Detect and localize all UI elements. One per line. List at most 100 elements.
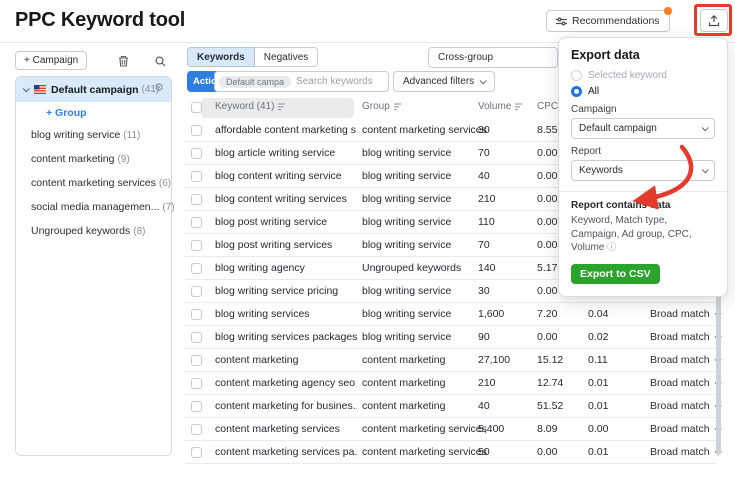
row-checkbox[interactable] <box>191 263 202 274</box>
group-cell: blog writing service <box>362 147 451 159</box>
volume-cell: 27,100 <box>478 354 510 366</box>
match-type-select[interactable]: Broad match <box>650 400 720 412</box>
report-select[interactable]: Keywords <box>571 160 715 181</box>
group-label: social media managemen... <box>31 201 159 213</box>
sidebar-item-default-campaign[interactable]: Default campaign (41) ⚙ <box>16 77 171 102</box>
competition-cell: 0.04 <box>588 308 608 320</box>
delete-button[interactable] <box>114 52 132 70</box>
match-type-select[interactable]: Broad match <box>650 446 720 458</box>
keyword-cell: blog writing services packages <box>215 331 357 343</box>
volume-cell: 50 <box>478 446 490 458</box>
competition-cell: 0.01 <box>588 446 608 458</box>
group-cell: blog writing service <box>362 331 451 343</box>
match-type-select[interactable]: Broad match <box>650 377 720 389</box>
group-cell: content marketing services <box>362 446 487 458</box>
keyword-cell: blog content writing services <box>215 193 347 205</box>
export-to-csv-button[interactable]: Export to CSV <box>571 264 660 284</box>
sidebar-item-group[interactable]: blog writing service(11) <box>31 129 140 141</box>
export-button[interactable] <box>700 9 728 32</box>
tab-keywords[interactable]: Keywords <box>187 47 255 67</box>
report-contains-title: Report contains data <box>571 200 715 211</box>
sidebar-item-group[interactable]: content marketing services(6) <box>31 177 171 189</box>
sidebar-item-group[interactable]: social media managemen...(7) <box>31 201 175 213</box>
sidebar-item-group[interactable]: Ungrouped keywords(8) <box>31 225 145 237</box>
row-checkbox[interactable] <box>191 240 202 251</box>
row-checkbox[interactable] <box>191 401 202 412</box>
row-checkbox[interactable] <box>191 309 202 320</box>
row-checkbox[interactable] <box>191 125 202 136</box>
keyword-cell: blog content writing service <box>215 170 342 182</box>
match-type-value: Broad match <box>650 377 710 389</box>
row-checkbox[interactable] <box>191 217 202 228</box>
group-cell: blog writing service <box>362 193 451 205</box>
keyword-cell: content marketing services pa... <box>215 446 357 458</box>
sidebar-item-group[interactable]: content marketing(9) <box>31 153 130 165</box>
cpc-cell: 51.52 <box>537 400 563 412</box>
match-type-value: Broad match <box>650 354 710 366</box>
keyword-cell: blog article writing service <box>215 147 335 159</box>
tree-search-button[interactable] <box>151 52 169 70</box>
search-input[interactable] <box>296 76 384 87</box>
group-count: (9) <box>117 154 129 165</box>
campaign-select[interactable]: Default campaign <box>571 118 715 139</box>
volume-cell: 40 <box>478 400 490 412</box>
cpc-cell: 0.00 <box>537 446 557 458</box>
volume-cell: 110 <box>478 216 495 228</box>
campaign-tree-panel: Default campaign (41) ⚙ + Group blog wri… <box>15 76 172 456</box>
cpc-cell: 12.74 <box>537 377 563 389</box>
group-cell: blog writing service <box>362 239 451 251</box>
info-icon: ⓘ <box>607 242 616 252</box>
radio-icon <box>571 70 582 81</box>
keyword-cell: content marketing agency seo <box>215 377 355 389</box>
cross-group-button[interactable]: Cross-group <box>428 47 558 68</box>
group-label: Ungrouped keywords <box>31 225 130 237</box>
chevron-down-icon <box>480 77 487 84</box>
row-checkbox[interactable] <box>191 424 202 435</box>
row-checkbox[interactable] <box>191 378 202 389</box>
match-type-select[interactable]: Broad match <box>650 354 720 366</box>
row-checkbox[interactable] <box>191 355 202 366</box>
row-checkbox[interactable] <box>191 332 202 343</box>
popup-title: Export data <box>571 48 715 62</box>
match-type-select[interactable]: Broad match <box>650 423 720 435</box>
row-checkbox[interactable] <box>191 194 202 205</box>
group-cell: blog writing service <box>362 216 451 228</box>
advanced-filters-button[interactable]: Advanced filters <box>393 71 495 92</box>
column-header-keyword[interactable]: Keyword (41) <box>215 101 287 112</box>
table-row: content marketing services pa... content… <box>185 441 717 464</box>
radio-selected-keyword[interactable]: Selected keyword <box>571 70 715 81</box>
select-all-checkbox[interactable] <box>191 102 202 113</box>
radio-all[interactable]: All <box>571 86 715 97</box>
competition-cell: 0.00 <box>588 423 608 435</box>
cpc-cell: 0.00 <box>537 331 557 343</box>
campaign-filter-chip[interactable]: Default campa <box>219 76 291 88</box>
campaign-name: Default campaign <box>51 84 139 96</box>
notification-dot <box>664 7 672 15</box>
tab-negatives[interactable]: Negatives <box>255 47 318 67</box>
gear-icon[interactable]: ⚙ <box>154 83 164 94</box>
volume-cell: 30 <box>478 124 490 136</box>
recommendations-button[interactable]: Recommendations <box>546 10 670 32</box>
column-header-volume[interactable]: Volume <box>478 101 524 112</box>
match-type-select[interactable]: Broad match <box>650 308 720 320</box>
row-checkbox[interactable] <box>191 286 202 297</box>
search-icon <box>155 56 166 67</box>
keyword-cell: content marketing services <box>215 423 340 435</box>
group-cell: content marketing services <box>362 423 487 435</box>
column-header-group[interactable]: Group <box>362 101 403 112</box>
row-checkbox[interactable] <box>191 447 202 458</box>
row-checkbox[interactable] <box>191 171 202 182</box>
group-cell: content marketing <box>362 354 445 366</box>
keyword-cell: blog post writing service <box>215 216 327 228</box>
match-type-value: Broad match <box>650 331 710 343</box>
row-checkbox[interactable] <box>191 148 202 159</box>
group-cell: Ungrouped keywords <box>362 262 461 274</box>
keyword-search-box[interactable]: Default campa <box>214 71 389 92</box>
add-campaign-button[interactable]: + Campaign <box>15 51 87 70</box>
table-row: content marketing agency seo content mar… <box>185 372 717 395</box>
match-type-select[interactable]: Broad match <box>650 331 720 343</box>
add-group-link[interactable]: + Group <box>46 107 87 119</box>
volume-cell: 70 <box>478 147 490 159</box>
table-row: blog writing services packages blog writ… <box>185 326 717 349</box>
group-cell: blog writing service <box>362 170 451 182</box>
